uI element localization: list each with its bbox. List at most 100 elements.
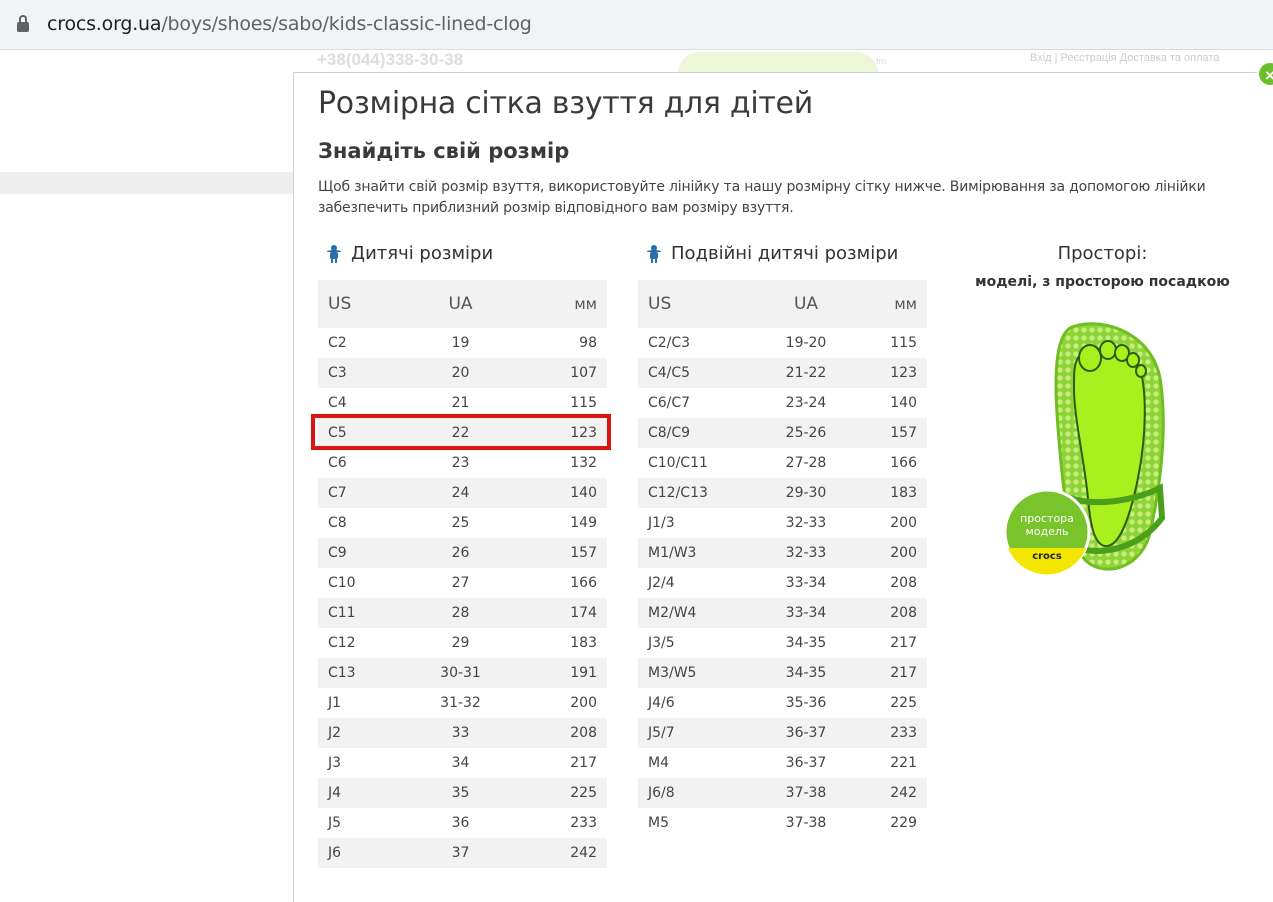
dual-size-table: US UA мм C2/C3 19-20 115 C4/C5 21-22 123 C6/C7… xyxy=(638,280,927,838)
dual-sizes-heading: Подвійні дитячі розміри xyxy=(647,243,898,264)
cell-us: J5/7 xyxy=(638,718,738,748)
table-row: J2/4 33-34 208 xyxy=(638,568,927,598)
table-row: C2/C3 19-20 115 xyxy=(638,328,927,358)
url-domain: crocs.org.ua xyxy=(47,13,162,35)
cell-us: C13 xyxy=(318,658,413,688)
cell-us: C8/C9 xyxy=(638,418,738,448)
cell-ua: 21-22 xyxy=(738,358,874,388)
cell-ua: 31-32 xyxy=(440,695,481,711)
table-header-row: US UA мм xyxy=(318,280,607,328)
cell-mm: 123 xyxy=(874,358,927,388)
url-text[interactable]: crocs.org.ua/boys/shoes/sabo/kids-classi… xyxy=(47,13,532,35)
cell-ua: 29 xyxy=(451,635,470,651)
table-row: M1/W3 32-33 200 xyxy=(638,538,927,568)
column-header-mm: мм xyxy=(508,280,607,328)
cell-us: J5 xyxy=(328,815,342,831)
cell-us: J3 xyxy=(328,755,342,771)
table-row: J5/7 36-37 233 xyxy=(638,718,927,748)
table-row: C6/C7 23-24 140 xyxy=(638,388,927,418)
table-row: J4/6 35-36 225 xyxy=(638,688,927,718)
cell-ua: 34-35 xyxy=(785,635,827,651)
table-row: C12 29 183 xyxy=(318,628,607,658)
cell-ua: 32-33 xyxy=(738,538,874,568)
cell-us: J6/8 xyxy=(638,778,738,808)
table-row: M4 36-37 221 xyxy=(638,748,927,778)
cell-us: J4 xyxy=(318,778,413,808)
cell-ua: 36 xyxy=(451,815,470,831)
cell-ua: 25-26 xyxy=(738,418,874,448)
cell-us: J3/5 xyxy=(648,635,675,651)
table-row: C9 26 157 xyxy=(318,538,607,568)
crocs-badge-logo: crocs xyxy=(1032,551,1062,562)
child-icon xyxy=(327,244,341,263)
table-row: C11 28 174 xyxy=(318,598,607,628)
dual-sizes-title: Подвійні дитячі розміри xyxy=(671,243,899,264)
table-row: J3 34 217 xyxy=(318,748,607,778)
cell-us: J1 xyxy=(328,695,342,711)
table-row: C8/C9 25-26 157 xyxy=(638,418,927,448)
cell-mm: 115 xyxy=(890,335,917,351)
column-header-us: US xyxy=(318,280,413,328)
cell-mm: 200 xyxy=(890,515,917,531)
cell-ua: 27-28 xyxy=(785,455,827,471)
cell-mm: 183 xyxy=(874,478,927,508)
cell-mm: 157 xyxy=(508,538,607,568)
cell-us: C2/C3 xyxy=(648,335,691,351)
cell-mm: 140 xyxy=(508,478,607,508)
cell-mm: 229 xyxy=(890,815,917,831)
cell-ua: 30-31 xyxy=(413,658,508,688)
cell-mm: 217 xyxy=(570,755,597,771)
header-phone: +38(044)338-30-38 xyxy=(317,50,464,69)
cell-mm: 221 xyxy=(890,755,917,771)
cell-us: C12/C13 xyxy=(638,478,738,508)
cell-us: C10 xyxy=(328,575,356,591)
cell-us: C7 xyxy=(318,478,413,508)
cell-us: C2 xyxy=(328,335,347,351)
cell-ua: 35-36 xyxy=(785,695,827,711)
cell-ua: 37 xyxy=(413,838,508,868)
table-row: C6 23 132 xyxy=(318,448,607,478)
cell-ua: 36-37 xyxy=(785,755,827,771)
roomy-title: Просторі: xyxy=(1057,243,1148,264)
modal-title: Розмірна сітка взуття для дітей xyxy=(318,86,813,121)
cell-mm: 217 xyxy=(890,635,917,651)
cell-us: M3/W5 xyxy=(638,658,738,688)
table-row: M3/W5 34-35 217 xyxy=(638,658,927,688)
cell-mm: 208 xyxy=(508,718,607,748)
column-header-us: US xyxy=(638,280,738,328)
table-row: C7 24 140 xyxy=(318,478,607,508)
table-row: C2 19 98 xyxy=(318,328,607,358)
cell-ua: 32-33 xyxy=(785,515,827,531)
kids-sizes-title: Дитячі розміри xyxy=(351,243,494,264)
column-header-ua: UA xyxy=(738,280,874,328)
modal-description: Щоб знайти свій розмір взуття, використо… xyxy=(318,179,1206,216)
cell-mm: 98 xyxy=(579,335,597,351)
cell-ua: 19-20 xyxy=(785,335,827,351)
lock-icon[interactable] xyxy=(17,15,29,32)
table-row: C13 30-31 191 xyxy=(318,658,607,688)
cell-mm: 200 xyxy=(874,538,927,568)
cell-ua: 23-24 xyxy=(785,395,827,411)
cell-us: C4/C5 xyxy=(638,358,738,388)
cell-us: J1/3 xyxy=(648,515,675,531)
cell-ua: 24 xyxy=(413,478,508,508)
cell-ua: 20 xyxy=(413,358,508,388)
cell-mm: 140 xyxy=(890,395,917,411)
cell-mm: 149 xyxy=(570,515,597,531)
url-field[interactable]: crocs.org.ua/boys/shoes/sabo/kids-classi… xyxy=(0,4,1273,44)
cell-ua: 29-30 xyxy=(738,478,874,508)
table-row: J2 33 208 xyxy=(318,718,607,748)
table-row: J1 31-32 200 xyxy=(318,688,607,718)
roomy-fit-illustration: простора модель crocs xyxy=(1003,322,1166,576)
cell-us: C3 xyxy=(318,358,413,388)
cell-ua: 35 xyxy=(413,778,508,808)
table-row: M2/W4 33-34 208 xyxy=(638,598,927,628)
table-row: J6 37 242 xyxy=(318,838,607,868)
cell-us: C6 xyxy=(328,455,347,471)
table-row: C8 25 149 xyxy=(318,508,607,538)
cell-mm: 157 xyxy=(874,418,927,448)
cell-us: J4/6 xyxy=(648,695,675,711)
cell-mm: 132 xyxy=(570,455,597,471)
cell-mm: 200 xyxy=(570,695,597,711)
cell-mm: 233 xyxy=(570,815,597,831)
